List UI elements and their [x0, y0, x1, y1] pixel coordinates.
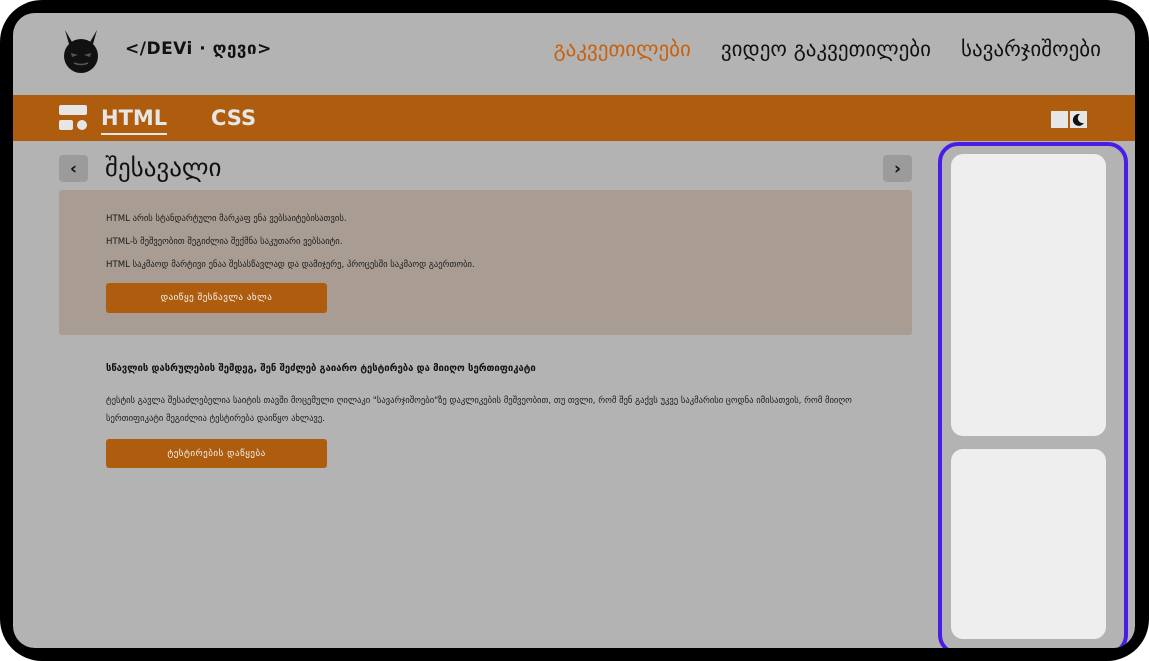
intro-line: HTML არის სტანდარტული მარკაფ ენა ვებსაიტ… — [106, 214, 347, 224]
main-menu: გაკვეთილები ვიდეო გაკვეთილები სავარჯიშოე… — [553, 37, 1101, 61]
tab-css[interactable]: CSS — [211, 106, 256, 130]
device-frame: </DEVi · ღევი> გაკვეთილები ვიდეო გაკვეთი… — [0, 0, 1149, 661]
top-navigation: </DEVi · ღევი> გაკვეთილები ვიდეო გაკვეთი… — [13, 13, 1135, 95]
intro-line: HTML-ს მეშვეობით შეგიძლია შექმნა საკუთარ… — [106, 237, 343, 247]
test-description: ტესტის გავლა შესაძლებელია საიტის თავში მ… — [106, 396, 852, 424]
menu-item-exercises[interactable]: სავარჯიშოები — [961, 37, 1101, 61]
layout-menu-icon[interactable] — [59, 105, 87, 131]
moon-icon[interactable] — [1070, 111, 1087, 128]
brand-name[interactable]: </DEVi · ღევი> — [125, 39, 272, 59]
intro-card: HTML არის სტანდარტული მარკაფ ენა ვებსაიტ… — [59, 190, 912, 335]
menu-item-video-lessons[interactable]: ვიდეო გაკვეთილები — [721, 37, 931, 61]
light-mode-icon[interactable] — [1051, 111, 1068, 128]
chevron-left-icon: ‹ — [69, 158, 77, 179]
start-learning-button[interactable]: დაიწყე შესწავლა ახლა — [106, 283, 327, 313]
devil-logo-icon[interactable] — [61, 28, 101, 74]
ad-sidebar — [938, 142, 1128, 648]
app-screen: </DEVi · ღევი> გაკვეთილები ვიდეო გაკვეთი… — [13, 13, 1135, 648]
tab-html[interactable]: HTML — [101, 106, 168, 135]
test-heading: სწავლის დასრულების შემდეგ, შენ შეძლებ გა… — [106, 363, 536, 374]
page-title: შესავალი — [105, 153, 222, 182]
ad-panel-top[interactable] — [951, 154, 1106, 436]
start-test-button[interactable]: ტესტირების დაწყება — [106, 439, 327, 468]
previous-lesson-button[interactable]: ‹ — [59, 155, 88, 182]
menu-item-lessons[interactable]: გაკვეთილები — [553, 37, 690, 61]
ad-panel-bottom[interactable] — [951, 449, 1106, 639]
intro-line: HTML საკმაოდ მარტივი ენაა შესასწავლად და… — [106, 260, 475, 270]
theme-toggle[interactable] — [1051, 111, 1089, 129]
topic-bar: HTML CSS — [13, 95, 1135, 141]
chevron-right-icon: › — [893, 158, 901, 179]
next-lesson-button[interactable]: › — [883, 155, 912, 182]
